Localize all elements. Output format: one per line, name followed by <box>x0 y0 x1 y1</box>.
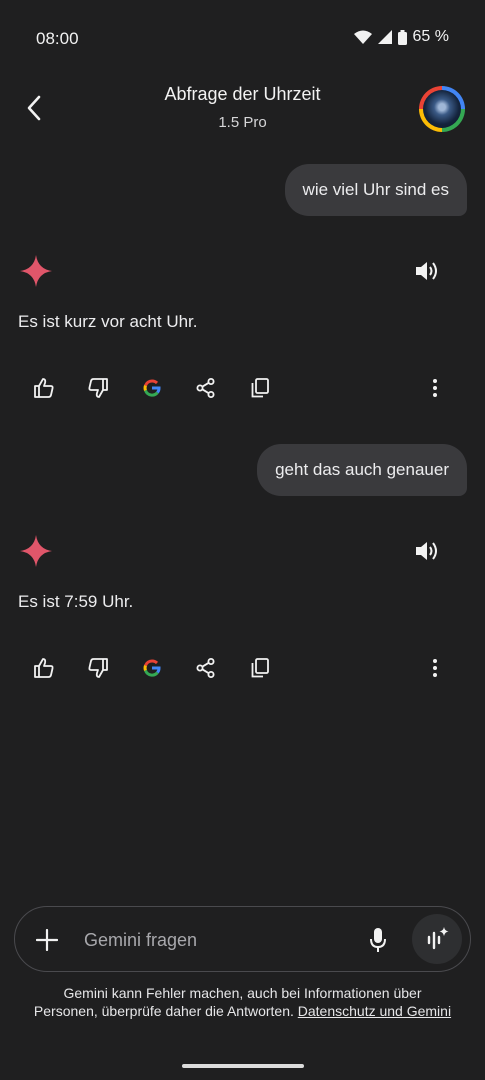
thumbs-up-button[interactable] <box>24 368 64 408</box>
more-options-button[interactable] <box>415 368 455 408</box>
status-icons: 65 % <box>353 28 449 46</box>
google-check-button[interactable] <box>132 368 172 408</box>
battery-icon <box>397 29 407 45</box>
disclaimer: Gemini kann Fehler machen, auch bei Info… <box>30 984 455 1020</box>
assistant-message: Es ist kurz vor acht Uhr. <box>18 312 198 331</box>
thumbs-up-icon <box>34 378 54 398</box>
mic-button[interactable] <box>364 924 392 956</box>
copy-button[interactable] <box>240 648 280 688</box>
home-indicator[interactable] <box>182 1064 304 1068</box>
user-message: wie viel Uhr sind es <box>284 164 467 216</box>
prompt-input[interactable] <box>82 922 336 958</box>
response-actions <box>24 648 455 688</box>
copy-button[interactable] <box>240 368 280 408</box>
add-button[interactable] <box>30 923 64 957</box>
more-options-button[interactable] <box>415 648 455 688</box>
wifi-icon <box>353 30 372 44</box>
model-name: 1.5 Pro <box>218 114 267 131</box>
plus-icon <box>36 929 58 951</box>
thumbs-up-icon <box>34 658 54 678</box>
sparkle-icon <box>20 255 52 287</box>
more-vert-icon <box>433 659 437 677</box>
user-bubble: geht das auch genauer <box>257 444 467 496</box>
google-icon <box>143 379 161 397</box>
user-bubble: wie viel Uhr sind es <box>284 164 467 216</box>
mic-icon <box>370 928 386 952</box>
more-vert-icon <box>433 379 437 397</box>
assistant-message: Es ist 7:59 Uhr. <box>18 592 134 611</box>
avatar-image <box>423 90 461 128</box>
user-message: geht das auch genauer <box>257 444 467 496</box>
privacy-link[interactable]: Datenschutz und Gemini <box>298 1003 451 1019</box>
google-check-button[interactable] <box>132 648 172 688</box>
avatar[interactable] <box>419 86 465 132</box>
share-icon <box>196 658 215 678</box>
speaker-icon[interactable] <box>413 257 441 285</box>
copy-icon <box>251 378 269 398</box>
status-time: 08:00 <box>36 29 79 48</box>
thumbs-down-button[interactable] <box>78 368 118 408</box>
thumbs-up-button[interactable] <box>24 648 64 688</box>
speaker-icon[interactable] <box>413 537 441 565</box>
thumbs-down-button[interactable] <box>78 648 118 688</box>
google-icon <box>143 659 161 677</box>
thumbs-down-icon <box>88 378 108 398</box>
share-icon <box>196 378 215 398</box>
thumbs-down-icon <box>88 658 108 678</box>
chat-title: Abfrage der Uhrzeit <box>164 84 321 104</box>
live-icon <box>427 927 449 950</box>
response-actions <box>24 368 455 408</box>
copy-icon <box>251 658 269 678</box>
share-button[interactable] <box>186 368 226 408</box>
sparkle-icon <box>20 535 52 567</box>
battery-percent: 65 % <box>412 28 449 45</box>
live-button[interactable] <box>412 914 462 964</box>
signal-icon <box>377 30 392 44</box>
share-button[interactable] <box>186 648 226 688</box>
